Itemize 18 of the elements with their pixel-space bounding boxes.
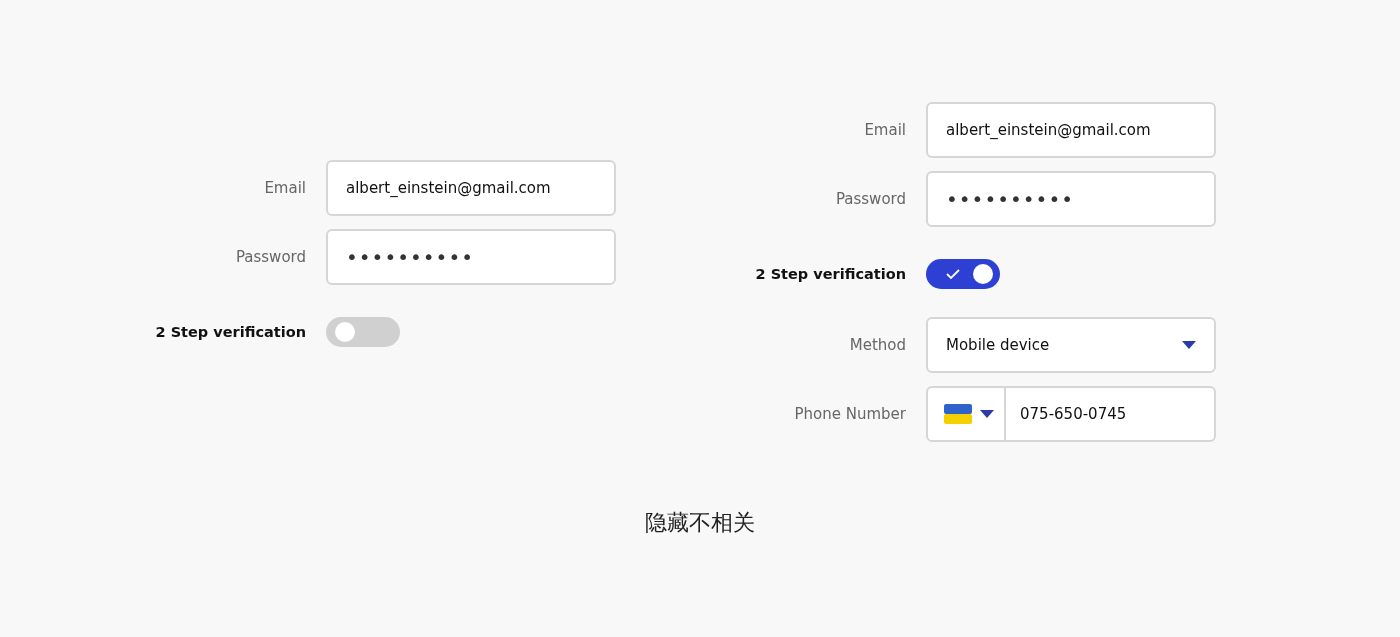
email-field[interactable]: albert_einstein@gmail.com (926, 102, 1216, 158)
password-field[interactable]: •••••••••• (926, 171, 1216, 227)
field-label: Email (263, 179, 306, 197)
field-label: 2 Step verification (754, 266, 906, 282)
caption: 隐藏不相关 (644, 509, 756, 537)
field-label: Password (834, 190, 906, 208)
caret-icon (1182, 341, 1196, 349)
check-icon (945, 268, 961, 280)
field-label: Email (863, 121, 906, 139)
field-label: 2 Step verification (154, 324, 306, 340)
email-field[interactable]: albert_einstein@gmail.com (326, 160, 616, 216)
password-field[interactable]: •••••••••• (326, 229, 616, 285)
field-label: Password (234, 248, 306, 266)
toggle-switch[interactable] (326, 317, 400, 347)
method-dropdown[interactable]: Mobile device (926, 317, 1216, 373)
toggle-switch[interactable] (926, 259, 1000, 289)
field-label: Method (848, 336, 906, 354)
field-label: Phone Number (793, 405, 906, 423)
